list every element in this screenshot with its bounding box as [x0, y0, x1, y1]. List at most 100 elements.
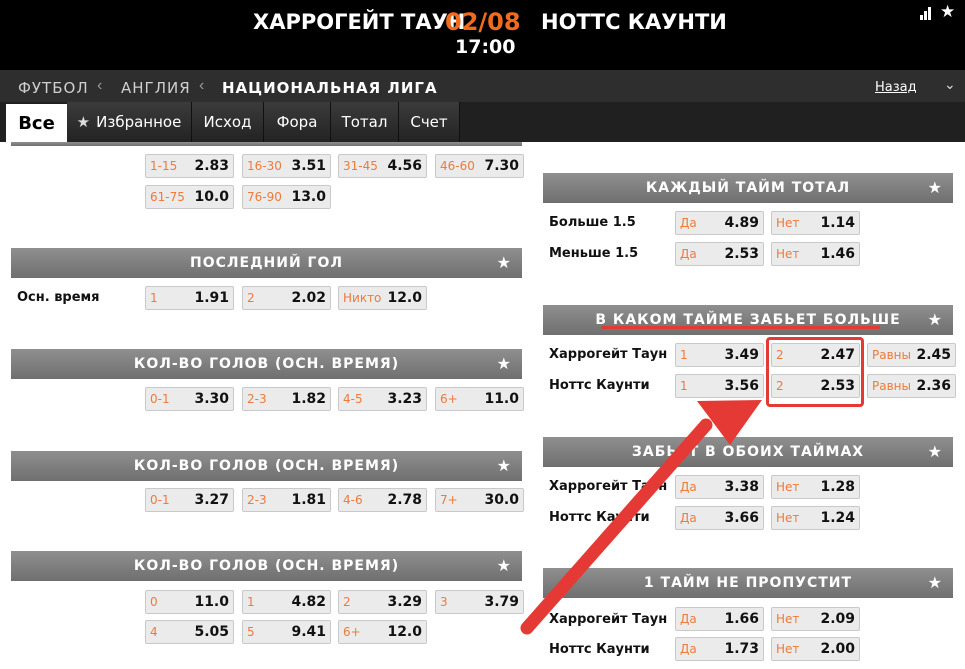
favorite-star-icon[interactable]: ★: [497, 248, 512, 278]
market-title: КОЛ-ВО ГОЛОВ (ОСН. ВРЕМЯ): [133, 458, 400, 474]
odd-value: 13.0: [291, 189, 326, 205]
odd-button[interactable]: Да 1.66: [675, 607, 764, 631]
market-header[interactable]: 1 ТАЙМ НЕ ПРОПУСТИТ ★: [543, 568, 953, 598]
tab-total[interactable]: Тотал: [331, 102, 399, 142]
odd-value: 12.0: [387, 290, 422, 306]
odd-value: 3.38: [724, 479, 759, 495]
odd-button[interactable]: Равны 2.45: [867, 343, 956, 367]
odd-button[interactable]: 1 1.91: [145, 286, 234, 310]
odd-button[interactable]: 1 4.82: [242, 590, 331, 614]
odd-button[interactable]: 2 2.02: [242, 286, 331, 310]
odd-button[interactable]: 4-6 2.78: [338, 488, 427, 512]
market-header[interactable]: КОЛ-ВО ГОЛОВ (ОСН. ВРЕМЯ) ★: [11, 349, 522, 379]
odd-button[interactable]: 0 11.0: [145, 590, 234, 614]
odd-button[interactable]: Да 3.38: [675, 475, 764, 499]
tab-favorites[interactable]: ★ Избранное: [67, 102, 192, 142]
tab-all[interactable]: Все: [6, 104, 68, 142]
row-label: Ноттс Каунти: [549, 642, 650, 657]
tab-score[interactable]: Счет: [399, 102, 460, 142]
odd-button[interactable]: 2 3.29: [338, 590, 427, 614]
odd-value: 10.0: [194, 189, 229, 205]
favorite-star-icon[interactable]: ★: [928, 437, 943, 467]
odd-value: 2.00: [820, 641, 855, 657]
match-date: 02/08: [445, 8, 521, 36]
market-header[interactable]: ЗАБЬЕТ В ОБОИХ ТАЙМАХ ★: [543, 437, 953, 467]
market-header[interactable]: В КАКОМ ТАЙМЕ ЗАБЬЕТ БОЛЬШЕ ★: [543, 305, 953, 335]
odd-button[interactable]: 46-60 7.30: [435, 154, 524, 178]
favorite-star-icon[interactable]: ★: [497, 349, 512, 379]
favorite-star-icon[interactable]: ★: [928, 568, 943, 598]
odd-button[interactable]: 76-90 13.0: [242, 185, 331, 209]
odd-button[interactable]: Нет 2.09: [771, 607, 860, 631]
odd-button[interactable]: 0-1 3.27: [145, 488, 234, 512]
favorite-star-icon[interactable]: ★: [928, 173, 943, 203]
odd-button[interactable]: Нет 2.00: [771, 637, 860, 661]
favorite-star-icon[interactable]: ★: [940, 2, 955, 22]
odd-button[interactable]: 5 9.41: [242, 620, 331, 644]
chevron-down-icon[interactable]: ⌄: [944, 76, 956, 93]
odd-button[interactable]: 4 5.05: [145, 620, 234, 644]
odd-label: Равны: [872, 348, 911, 362]
odd-button[interactable]: Равны 2.36: [867, 374, 956, 398]
chevron-left-icon: ‹: [199, 77, 205, 94]
odd-button[interactable]: Никто 12.0: [338, 286, 427, 310]
odd-button[interactable]: 61-75 10.0: [145, 185, 234, 209]
odd-value: 4.82: [291, 594, 326, 610]
odd-button[interactable]: 2-3 1.81: [242, 488, 331, 512]
market-header[interactable]: КОЛ-ВО ГОЛОВ (ОСН. ВРЕМЯ) ★: [11, 451, 522, 481]
breadcrumb-national-league[interactable]: НАЦИОНАЛЬНАЯ ЛИГА: [222, 79, 438, 97]
odd-button[interactable]: 4-5 3.23: [338, 387, 427, 411]
odd-button[interactable]: 1-15 2.83: [145, 154, 234, 178]
market-header[interactable]: КАЖДЫЙ ТАЙМ ТОТАЛ ★: [543, 173, 953, 203]
odd-button[interactable]: 2-3 1.82: [242, 387, 331, 411]
favorite-star-icon[interactable]: ★: [497, 551, 512, 581]
annotation-highlight-box: [766, 337, 864, 407]
odd-button[interactable]: Да 1.73: [675, 637, 764, 661]
odd-label: 6+: [440, 392, 458, 406]
odd-button[interactable]: 31-45 4.56: [338, 154, 427, 178]
home-team-name: ХАРРОГЕЙТ ТАУН: [253, 10, 466, 34]
odd-value: 3.23: [387, 391, 422, 407]
odd-label: 46-60: [440, 159, 475, 173]
odd-value: 30.0: [484, 492, 519, 508]
back-link[interactable]: Назад: [875, 80, 917, 95]
breadcrumb-football[interactable]: ФУТБОЛ: [18, 79, 89, 97]
odd-button[interactable]: 6+ 12.0: [338, 620, 427, 644]
odd-label: 2: [247, 291, 255, 305]
odd-label: Никто: [343, 291, 382, 305]
favorite-star-icon[interactable]: ★: [497, 451, 512, 481]
odd-label: Нет: [776, 642, 800, 656]
tab-handicap[interactable]: Фора: [264, 102, 331, 142]
odd-value: 11.0: [484, 391, 519, 407]
odd-button[interactable]: Да 2.53: [675, 242, 764, 266]
odd-button[interactable]: Нет 1.14: [771, 211, 860, 235]
odd-button[interactable]: Нет 1.28: [771, 475, 860, 499]
odd-label: 61-75: [150, 190, 185, 204]
favorite-star-icon[interactable]: ★: [928, 305, 943, 335]
odd-button[interactable]: Да 3.66: [675, 506, 764, 530]
odd-button[interactable]: 1 3.56: [675, 374, 764, 398]
odd-button[interactable]: 7+ 30.0: [435, 488, 524, 512]
tab-outcome[interactable]: Исход: [192, 102, 264, 142]
odd-value: 2.36: [916, 378, 951, 394]
market-header[interactable]: КОЛ-ВО ГОЛОВ (ОСН. ВРЕМЯ) ★: [11, 551, 522, 581]
odd-button[interactable]: Да 4.89: [675, 211, 764, 235]
odd-button[interactable]: 6+ 11.0: [435, 387, 524, 411]
odd-label: 3: [440, 595, 448, 609]
away-team-name: НОТТС КАУНТИ: [541, 10, 727, 34]
market-header[interactable]: ПОСЛЕДНИЙ ГОЛ ★: [11, 248, 522, 278]
odd-button[interactable]: Нет 1.24: [771, 506, 860, 530]
odd-label: Нет: [776, 612, 800, 626]
row-label: Харрогейт Таун: [549, 612, 668, 627]
odd-button[interactable]: 16-30 3.51: [242, 154, 331, 178]
breadcrumb-england[interactable]: АНГЛИЯ: [121, 79, 191, 97]
odd-label: 0: [150, 595, 158, 609]
odd-button[interactable]: 0-1 3.30: [145, 387, 234, 411]
market-title: КОЛ-ВО ГОЛОВ (ОСН. ВРЕМЯ): [133, 558, 400, 574]
odd-button[interactable]: 3 3.79: [435, 590, 524, 614]
odd-button[interactable]: Нет 1.46: [771, 242, 860, 266]
odd-button[interactable]: 1 3.49: [675, 343, 764, 367]
odd-value: 1.24: [820, 510, 855, 526]
statistics-icon[interactable]: [920, 6, 934, 20]
row-label: Харрогейт Таун: [549, 479, 668, 494]
